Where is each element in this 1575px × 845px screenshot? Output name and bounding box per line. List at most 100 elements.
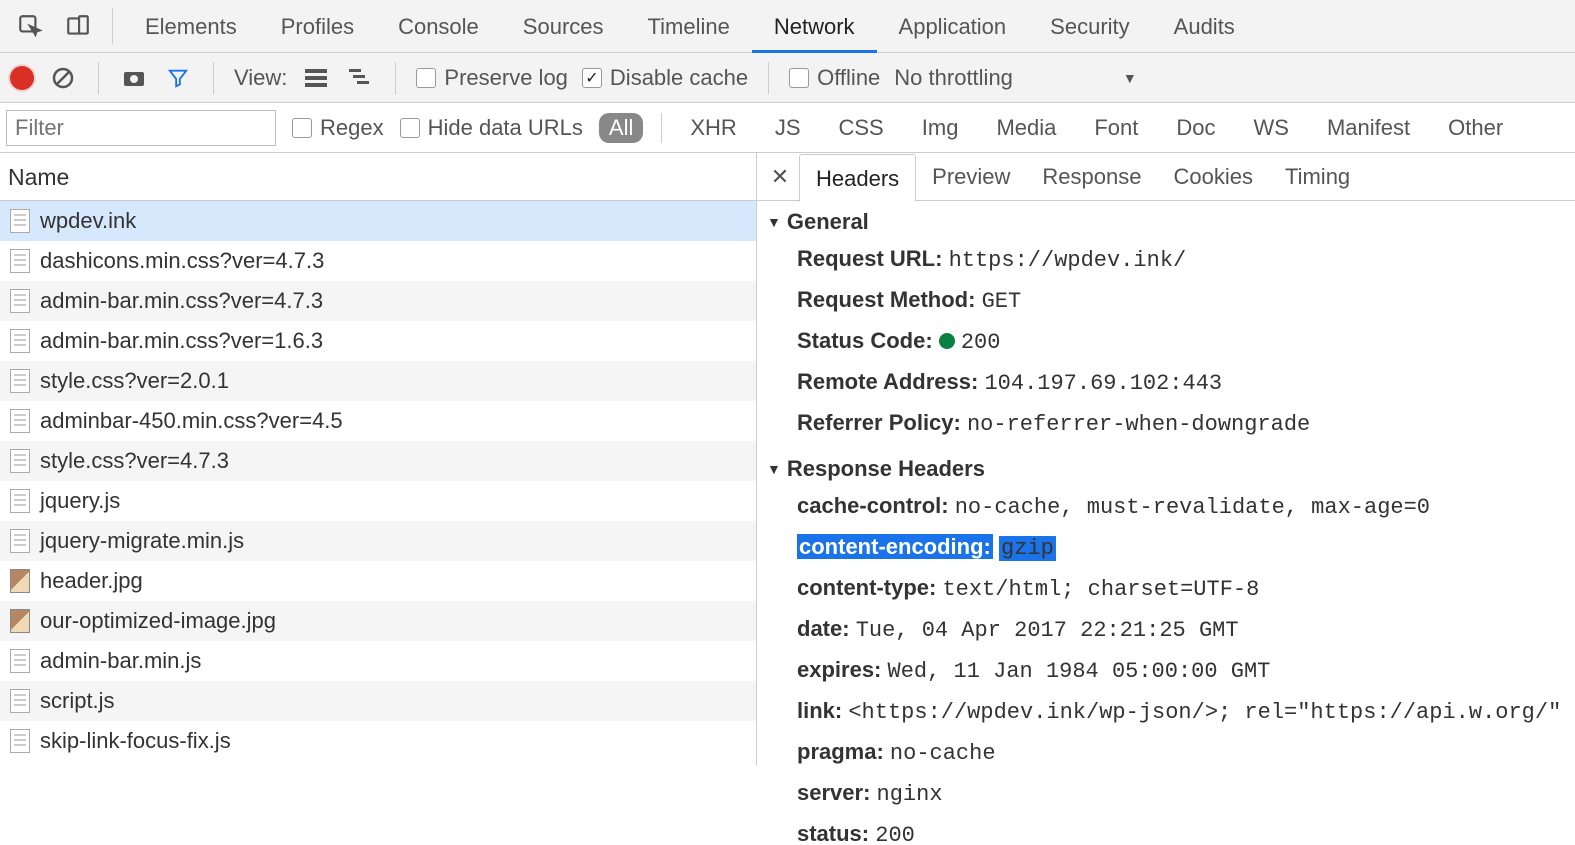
header-value: https://wpdev.ink/ — [949, 248, 1187, 273]
header-key: Referrer Policy: — [797, 410, 961, 435]
request-row[interactable]: admin-bar.min.css?ver=1.6.3 — [0, 321, 756, 361]
close-icon[interactable]: ✕ — [765, 164, 795, 190]
request-row[interactable]: skip-link-focus-fix.js — [0, 721, 756, 761]
request-row[interactable]: jquery.js — [0, 481, 756, 521]
header-key: Remote Address: — [797, 369, 978, 394]
request-row[interactable]: adminbar-450.min.css?ver=4.5 — [0, 401, 756, 441]
general-section-toggle[interactable]: ▼ General — [767, 205, 1575, 239]
header-value: <https://wpdev.ink/wp-json/>; rel="https… — [848, 700, 1561, 725]
chevron-down-icon: ▼ — [1123, 70, 1137, 86]
tab-audits[interactable]: Audits — [1152, 0, 1257, 53]
preserve-log-checkbox[interactable]: Preserve log — [416, 65, 568, 91]
document-file-icon — [10, 649, 30, 673]
checkbox-icon — [400, 118, 420, 138]
header-key: content-encoding: — [797, 534, 993, 559]
tab-network[interactable]: Network — [752, 0, 877, 53]
filter-type-css[interactable]: CSS — [829, 113, 894, 143]
request-name: our-optimized-image.jpg — [40, 608, 276, 634]
request-row[interactable]: admin-bar.min.js — [0, 641, 756, 681]
disable-cache-checkbox[interactable]: Disable cache — [582, 65, 748, 91]
request-row[interactable]: script.js — [0, 681, 756, 721]
throttling-value: No throttling — [894, 65, 1013, 91]
header-key: content-type: — [797, 575, 936, 600]
details-tab-response[interactable]: Response — [1026, 153, 1157, 201]
request-name: jquery-migrate.min.js — [40, 528, 244, 554]
content-area: Name wpdev.ink dashicons.min.css?ver=4.7.… — [0, 153, 1575, 765]
triangle-down-icon: ▼ — [767, 461, 781, 477]
header-key: date: — [797, 616, 850, 641]
request-row[interactable]: our-optimized-image.jpg — [0, 601, 756, 641]
capture-screenshots-icon[interactable] — [119, 63, 149, 93]
clear-icon[interactable] — [48, 63, 78, 93]
details-tab-cookies[interactable]: Cookies — [1157, 153, 1268, 201]
filter-input[interactable] — [6, 110, 276, 146]
document-file-icon — [10, 289, 30, 313]
tab-security[interactable]: Security — [1028, 0, 1151, 53]
header-value: Wed, 11 Jan 1984 05:00:00 GMT — [888, 659, 1271, 684]
response-header-row: server: nginx — [767, 773, 1575, 814]
details-tab-headers[interactable]: Headers — [799, 154, 916, 202]
response-header-row: cache-control: no-cache, must-revalidate… — [767, 486, 1575, 527]
filter-type-xhr[interactable]: XHR — [680, 113, 746, 143]
tab-timeline[interactable]: Timeline — [626, 0, 752, 53]
details-tab-timing[interactable]: Timing — [1269, 153, 1366, 201]
request-row[interactable]: jquery-migrate.min.js — [0, 521, 756, 561]
filter-type-media[interactable]: Media — [986, 113, 1066, 143]
filter-type-other[interactable]: Other — [1438, 113, 1513, 143]
tab-sources[interactable]: Sources — [501, 0, 626, 53]
filter-type-doc[interactable]: Doc — [1166, 113, 1225, 143]
request-row[interactable]: header.jpg — [0, 561, 756, 601]
separator — [98, 62, 99, 94]
record-button[interactable] — [10, 66, 34, 90]
request-row[interactable]: admin-bar.min.css?ver=4.7.3 — [0, 281, 756, 321]
document-file-icon — [10, 489, 30, 513]
general-header-row: Request Method: GET — [767, 280, 1575, 321]
header-key: expires: — [797, 657, 881, 682]
separator — [661, 113, 662, 143]
filter-bar: Regex Hide data URLs All XHR JS CSS Img Media… — [0, 103, 1575, 153]
response-header-row: date: Tue, 04 Apr 2017 22:21:25 GMT — [767, 609, 1575, 650]
throttling-select[interactable]: No throttling ▼ — [894, 65, 1136, 91]
view-large-icon[interactable] — [301, 63, 331, 93]
separator — [768, 62, 769, 94]
inspect-element-icon[interactable] — [10, 6, 50, 46]
tab-elements[interactable]: Elements — [123, 0, 259, 53]
filter-type-font[interactable]: Font — [1084, 113, 1148, 143]
status-ok-icon — [939, 333, 955, 349]
request-row[interactable]: style.css?ver=4.7.3 — [0, 441, 756, 481]
header-value: GET — [982, 289, 1022, 314]
tab-profiles[interactable]: Profiles — [259, 0, 376, 53]
checkbox-icon — [292, 118, 312, 138]
regex-label: Regex — [320, 115, 384, 141]
offline-checkbox[interactable]: Offline — [789, 65, 880, 91]
tab-console[interactable]: Console — [376, 0, 501, 53]
header-key: Request URL: — [797, 246, 942, 271]
name-column-header[interactable]: Name — [0, 153, 756, 201]
document-file-icon — [10, 729, 30, 753]
request-row[interactable]: wpdev.ink — [0, 201, 756, 241]
filter-type-ws[interactable]: WS — [1244, 113, 1299, 143]
filter-type-all[interactable]: All — [599, 113, 643, 143]
regex-checkbox[interactable]: Regex — [292, 115, 384, 141]
request-row[interactable]: style.css?ver=2.0.1 — [0, 361, 756, 401]
request-name: script.js — [40, 688, 115, 714]
header-key: server: — [797, 780, 870, 805]
device-toggle-icon[interactable] — [58, 6, 98, 46]
details-tab-preview[interactable]: Preview — [916, 153, 1026, 201]
request-name: admin-bar.min.js — [40, 648, 201, 674]
hide-data-urls-label: Hide data URLs — [428, 115, 583, 141]
tab-application[interactable]: Application — [877, 0, 1029, 53]
request-row[interactable]: dashicons.min.css?ver=4.7.3 — [0, 241, 756, 281]
checkbox-icon — [416, 68, 436, 88]
response-headers-section-toggle[interactable]: ▼ Response Headers — [767, 452, 1575, 486]
hide-data-urls-checkbox[interactable]: Hide data URLs — [400, 115, 583, 141]
checkbox-icon — [789, 68, 809, 88]
preserve-log-label: Preserve log — [444, 65, 568, 91]
filter-type-js[interactable]: JS — [765, 113, 811, 143]
filter-type-img[interactable]: Img — [912, 113, 969, 143]
filter-type-manifest[interactable]: Manifest — [1317, 113, 1420, 143]
request-name: dashicons.min.css?ver=4.7.3 — [40, 248, 324, 274]
view-waterfall-icon[interactable] — [345, 63, 375, 93]
filter-icon[interactable] — [163, 63, 193, 93]
document-file-icon — [10, 329, 30, 353]
